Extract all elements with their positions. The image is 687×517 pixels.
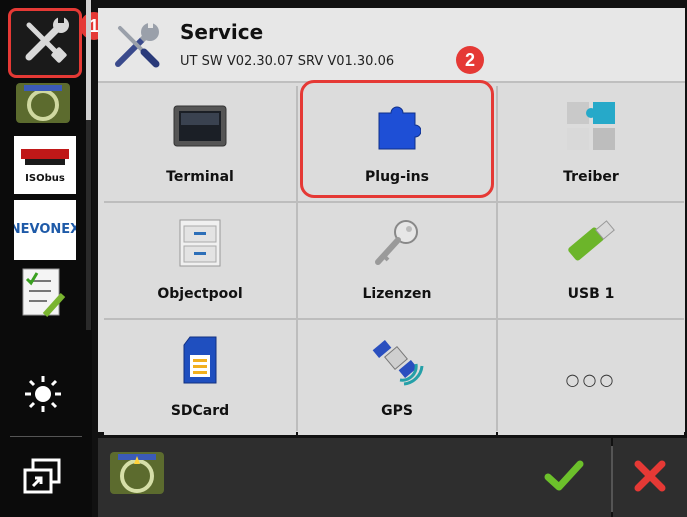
page-title: Service (180, 20, 264, 44)
svg-text:NEVONEX: NEVONEX (14, 222, 76, 237)
tile-gps[interactable]: GPS (298, 320, 496, 435)
tile-label: Terminal (166, 169, 234, 185)
tile-label: GPS (381, 403, 413, 419)
checklist-icon (17, 265, 69, 325)
file-cabinet-icon (173, 217, 227, 269)
window-switch-icon (21, 456, 65, 500)
sidebar: 1 ISObus NEVONEX (0, 0, 108, 517)
terminal-screen: 1 ISObus NEVONEX Service UT SW V02.30.07… (0, 0, 687, 517)
tile-treiber[interactable]: Treiber (498, 86, 684, 201)
sidebar-scrollbar[interactable] (86, 0, 91, 330)
service-panel: Service UT SW V02.30.07 SRV V01.30.06 Te… (98, 8, 685, 435)
close-icon (633, 459, 667, 497)
confirm-button[interactable] (516, 438, 611, 517)
tile-label: SDCard (170, 403, 230, 419)
tile-label: USB 1 (567, 286, 615, 302)
terminal-icon (173, 100, 227, 152)
sidebar-item-steering[interactable] (8, 80, 78, 128)
steering-wheel-icon[interactable] (108, 448, 166, 502)
steering-wheel-icon (14, 79, 72, 129)
tile-label: Objectpool (157, 286, 243, 302)
wrench-screwdriver-icon (17, 13, 73, 73)
version-info: UT SW V02.30.07 SRV V01.30.06 (180, 54, 395, 69)
sidebar-item-nevonex[interactable]: NEVONEX (10, 200, 80, 260)
tile-lizenzen[interactable]: Lizenzen (298, 203, 496, 318)
annotation-badge-2: 2 (456, 46, 484, 74)
svg-text:ISObus: ISObus (25, 173, 65, 184)
puzzle-multi-icon (564, 100, 618, 152)
tile-objectpool[interactable]: Objectpool (104, 203, 296, 318)
cancel-button[interactable] (613, 438, 687, 517)
tile-sdcard[interactable]: SDCard (104, 320, 296, 435)
plug-ins-highlight (300, 80, 494, 198)
brightness-icon (23, 374, 63, 418)
satellite-icon (370, 334, 424, 386)
window-switch-button[interactable] (8, 452, 78, 504)
sidebar-scroll-thumb[interactable] (86, 0, 91, 120)
panel-header: Service UT SW V02.30.07 SRV V01.30.06 (98, 8, 685, 83)
tile-terminal[interactable]: Terminal (104, 86, 296, 201)
sidebar-item-service[interactable] (8, 8, 82, 78)
brightness-button[interactable] (8, 374, 78, 418)
isobus-logo: ISObus (15, 135, 75, 195)
tile-label: Treiber (563, 169, 619, 185)
sidebar-divider (10, 436, 82, 437)
bottom-bar (98, 438, 516, 517)
usb-stick-icon (564, 217, 618, 269)
tile-usb-1[interactable]: USB 1 (498, 203, 684, 318)
tile-label: Lizenzen (362, 286, 432, 302)
check-icon (544, 459, 584, 497)
sidebar-item-checklist[interactable] (8, 266, 78, 324)
nevonex-logo: NEVONEX (10, 213, 80, 247)
wrench-screwdriver-icon (108, 16, 166, 78)
tile-more[interactable]: ○○○ (498, 320, 684, 435)
sd-card-icon (173, 334, 227, 386)
key-icon (370, 217, 424, 269)
sidebar-item-isobus[interactable]: ISObus (14, 136, 76, 194)
more-icon: ○○○ (565, 370, 617, 389)
